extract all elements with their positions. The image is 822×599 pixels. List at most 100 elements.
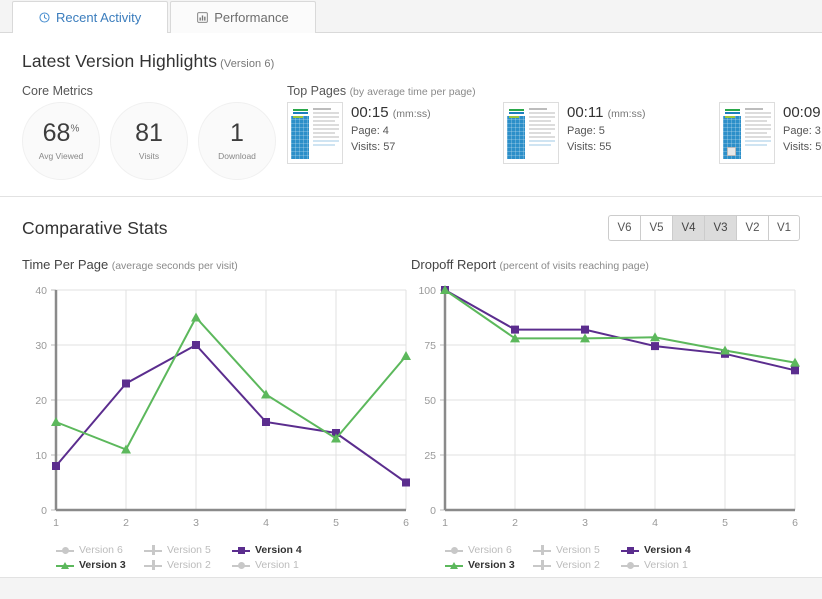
document-logo-icon <box>723 107 741 118</box>
core-metrics-block: Core Metrics 68% Avg Viewed 81 Visits 1 … <box>22 84 287 180</box>
metric-download-label: Download <box>218 151 256 161</box>
top-page-item[interactable]: 00:09 (mm:ss) Page: 3 Visits: 59 <box>719 102 822 164</box>
page-meta: Page: 5 Visits: 55 <box>567 124 646 156</box>
metric-visits: 81 Visits <box>110 102 188 180</box>
svg-text:0: 0 <box>430 505 436 517</box>
legend-item-version-4[interactable]: Version 4 <box>621 544 709 556</box>
top-page-item[interactable]: 00:15 (mm:ss) Page: 4 Visits: 57 <box>287 102 503 164</box>
svg-text:5: 5 <box>333 517 339 529</box>
page-visits: Visits: 59 <box>783 140 822 153</box>
metric-visits-value: 81 <box>135 121 163 146</box>
metric-avg-viewed-value: 68% <box>43 121 80 146</box>
tab-performance[interactable]: Performance <box>170 1 316 33</box>
legend-item-version-2[interactable]: Version 2 <box>533 559 621 571</box>
metric-visits-number: 81 <box>135 119 163 147</box>
top-page-item[interactable]: 00:11 (mm:ss) Page: 5 Visits: 55 <box>503 102 719 164</box>
thumbnail-avatar-icon <box>727 147 736 156</box>
legend-label: Version 2 <box>556 559 600 571</box>
highlights-title: Latest Version Highlights (Version 6) <box>22 51 800 72</box>
page-info: 00:15 (mm:ss) Page: 4 Visits: 57 <box>351 102 431 164</box>
chart-dropoff-report-plot: 0 25 50 75 100 1 2 3 4 5 6 <box>411 282 800 540</box>
top-pages-title: Top Pages (by average time per page) <box>287 84 822 98</box>
chart-time-per-page-subtitle: (average seconds per visit) <box>111 260 238 272</box>
metric-download: 1 Download <box>198 102 276 180</box>
page-time: 00:11 (mm:ss) <box>567 104 646 121</box>
page-time-format: (mm:ss) <box>392 108 431 120</box>
version-button-v5[interactable]: V5 <box>640 215 672 241</box>
version-button-v2[interactable]: V2 <box>736 215 768 241</box>
comparative-stats-title: Comparative Stats <box>22 217 168 238</box>
chart-time-per-page-title-text: Time Per Page <box>22 257 109 272</box>
page-info: 00:11 (mm:ss) Page: 5 Visits: 55 <box>567 102 646 164</box>
top-pages-list: 00:15 (mm:ss) Page: 4 Visits: 57 00:11 (… <box>287 102 822 164</box>
chart-dropoff-report-subtitle: (percent of visits reaching page) <box>499 260 649 272</box>
svg-text:1: 1 <box>442 517 448 529</box>
page-info: 00:09 (mm:ss) Page: 3 Visits: 59 <box>783 102 822 164</box>
page-number: Page: 5 <box>567 125 605 137</box>
svg-text:0: 0 <box>41 505 47 517</box>
legend-label: Version 3 <box>468 559 515 571</box>
page-meta: Page: 4 Visits: 57 <box>351 124 431 156</box>
svg-text:3: 3 <box>582 517 588 529</box>
page-time: 00:15 (mm:ss) <box>351 104 431 121</box>
metric-avg-viewed-unit: % <box>70 123 80 135</box>
legend-label: Version 4 <box>644 544 691 556</box>
page-time: 00:09 (mm:ss) <box>783 104 822 121</box>
legend-marker-triangle-icon <box>56 560 74 570</box>
tab-bar-filler <box>317 1 822 33</box>
version-button-v6[interactable]: V6 <box>608 215 640 241</box>
legend-label: Version 5 <box>556 544 600 556</box>
top-pages-block: Top Pages (by average time per page) 00:… <box>287 84 822 180</box>
legend-item-version-1[interactable]: Version 1 <box>621 559 709 571</box>
version-button-v4[interactable]: V4 <box>672 215 704 241</box>
comparative-stats-header: Comparative Stats V6 V5 V4 V3 V2 V1 <box>22 215 800 241</box>
top-pages-title-text: Top Pages <box>287 84 347 98</box>
legend-item-version-5[interactable]: Version 5 <box>533 544 621 556</box>
chart-dropoff-report-legend: Version 6 Version 5 Version 4 Version 3 … <box>445 544 795 571</box>
svg-text:10: 10 <box>35 450 47 462</box>
legend-label: Version 5 <box>167 544 211 556</box>
svg-text:5: 5 <box>722 517 728 529</box>
metric-visits-label: Visits <box>138 151 160 161</box>
tab-bar: Recent Activity Performance <box>0 0 822 33</box>
legend-marker-cross-icon <box>144 545 162 555</box>
svg-text:100: 100 <box>418 285 436 297</box>
chart-dropoff-report: Dropoff Report (percent of visits reachi… <box>411 257 800 571</box>
chart-dropoff-report-title: Dropoff Report (percent of visits reachi… <box>411 257 794 272</box>
legend-label: Version 2 <box>167 559 211 571</box>
legend-item-version-3[interactable]: Version 3 <box>445 559 533 571</box>
legend-label: Version 6 <box>468 544 512 556</box>
legend-item-version-2[interactable]: Version 2 <box>144 559 232 571</box>
version-button-v1[interactable]: V1 <box>768 215 800 241</box>
svg-text:4: 4 <box>652 517 658 529</box>
legend-marker-square-icon <box>232 545 250 555</box>
chart-time-per-page-svg: 0 10 20 30 40 1 2 3 4 5 6 <box>35 285 411 529</box>
legend-marker-circle-icon <box>56 545 74 555</box>
page-number: Page: 3 <box>783 125 821 137</box>
svg-text:6: 6 <box>792 517 798 529</box>
page-time-value: 00:11 <box>567 104 604 121</box>
page-time-value: 00:09 <box>783 104 821 121</box>
legend-item-version-4[interactable]: Version 4 <box>232 544 320 556</box>
clock-icon <box>39 12 50 23</box>
legend-item-version-1[interactable]: Version 1 <box>232 559 320 571</box>
svg-text:4: 4 <box>263 517 269 529</box>
svg-text:20: 20 <box>35 395 47 407</box>
legend-label: Version 6 <box>79 544 123 556</box>
page-visits: Visits: 55 <box>567 140 612 153</box>
legend-item-version-5[interactable]: Version 5 <box>144 544 232 556</box>
tab-recent-activity[interactable]: Recent Activity <box>12 1 169 33</box>
chart-dropoff-report-svg: 0 25 50 75 100 1 2 3 4 5 6 <box>418 285 800 529</box>
chart-time-per-page: Time Per Page (average seconds per visit… <box>22 257 411 571</box>
legend-item-version-6[interactable]: Version 6 <box>56 544 144 556</box>
legend-item-version-3[interactable]: Version 3 <box>56 559 144 571</box>
legend-item-version-6[interactable]: Version 6 <box>445 544 533 556</box>
legend-marker-cross-icon <box>533 545 551 555</box>
legend-marker-square-icon <box>621 545 639 555</box>
metric-download-number: 1 <box>230 119 244 147</box>
metric-avg-viewed-number: 68 <box>42 119 71 147</box>
version-button-v3[interactable]: V3 <box>704 215 736 241</box>
highlights-title-text: Latest Version Highlights <box>22 51 218 71</box>
svg-text:2: 2 <box>512 517 518 529</box>
core-metrics-list: 68% Avg Viewed 81 Visits 1 Download <box>22 102 287 180</box>
